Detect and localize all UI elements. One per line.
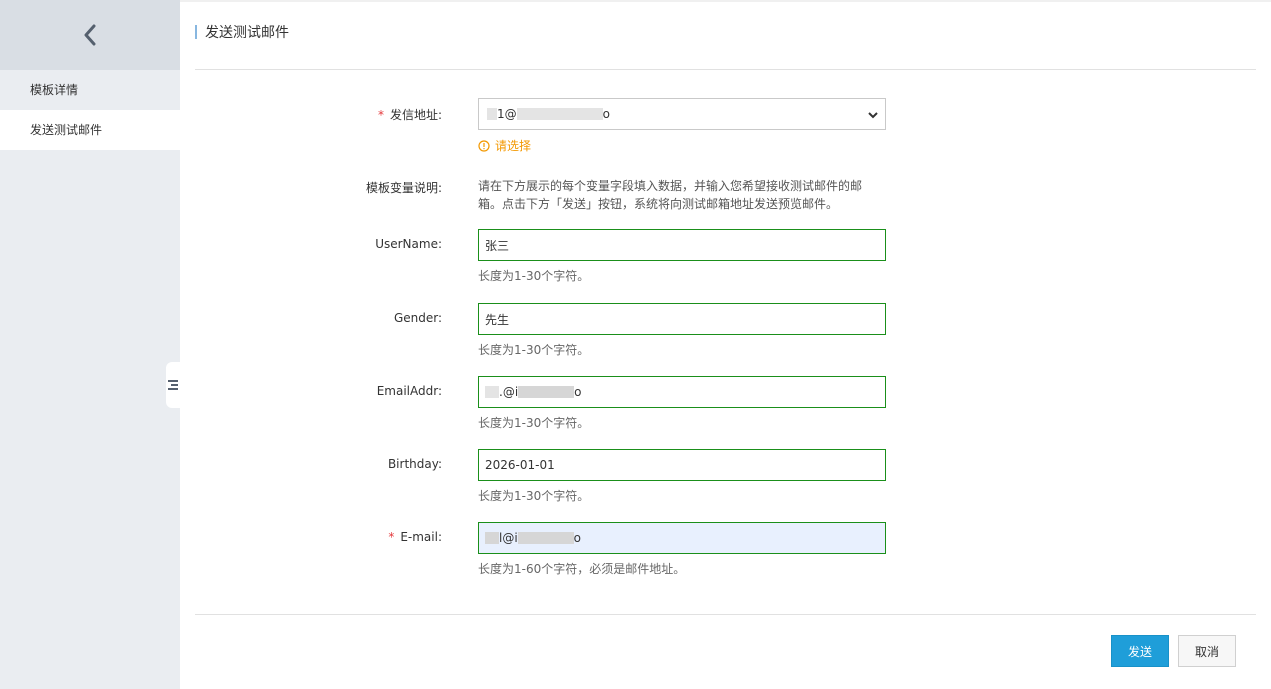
gender-label: Gender: bbox=[393, 311, 442, 325]
sender-label: * 发信地址: bbox=[377, 108, 442, 122]
warning-icon bbox=[478, 139, 490, 152]
divider bbox=[195, 69, 1256, 70]
sidebar-collapse-handle[interactable] bbox=[166, 362, 180, 408]
cancel-button[interactable]: 取消 bbox=[1178, 635, 1236, 667]
template-vars-label: 模板变量说明: bbox=[365, 181, 442, 195]
sidebar-item-label: 模板详情 bbox=[30, 83, 79, 97]
email-label: * E-mail: bbox=[388, 530, 442, 544]
sender-warning: 请选择 bbox=[478, 137, 886, 154]
sidebar: 模板详情 发送测试邮件 bbox=[0, 0, 180, 689]
birthday-label: Birthday: bbox=[387, 457, 442, 471]
app-root: 模板详情 发送测试邮件 发送测试邮件 * 发信地址: 1@ o 请选择 模板变量… bbox=[0, 0, 1271, 689]
emailaddr-label: EmailAddr: bbox=[376, 384, 442, 398]
send-button[interactable]: 发送 bbox=[1111, 635, 1169, 667]
sidebar-item-send-test-email[interactable]: 发送测试邮件 bbox=[0, 110, 180, 150]
top-shadow bbox=[180, 0, 1271, 2]
chevron-left-icon bbox=[84, 24, 96, 46]
gender-hint: 长度为1-30个字符。 bbox=[478, 343, 590, 357]
main-content: 发送测试邮件 * 发信地址: 1@ o 请选择 模板变量说明: 请在下方展示的每… bbox=[180, 0, 1271, 689]
emailaddr-hint: 长度为1-30个字符。 bbox=[478, 416, 590, 430]
page-title: 发送测试邮件 bbox=[205, 25, 289, 41]
back-button[interactable] bbox=[0, 0, 180, 70]
sidebar-item-label: 发送测试邮件 bbox=[30, 123, 103, 137]
menu-collapse-icon bbox=[168, 380, 178, 390]
sidebar-item-template-detail[interactable]: 模板详情 bbox=[0, 70, 180, 110]
username-label: UserName: bbox=[375, 237, 442, 251]
divider bbox=[195, 614, 1256, 615]
username-input[interactable]: 张三 bbox=[478, 229, 886, 261]
template-vars-description: 请在下方展示的每个变量字段填入数据，并输入您希望接收测试邮件的邮箱。点击下方「发… bbox=[478, 179, 863, 211]
sender-select[interactable]: 1@ o bbox=[478, 98, 886, 130]
page-header: 发送测试邮件 bbox=[195, 22, 289, 42]
email-hint: 长度为1-60个字符，必须是邮件地址。 bbox=[478, 562, 686, 576]
gender-input[interactable]: 先生 bbox=[478, 303, 886, 335]
sender-select-value: 1@ o bbox=[487, 107, 610, 121]
emailaddr-input[interactable]: .@i o bbox=[478, 376, 886, 408]
birthday-hint: 长度为1-30个字符。 bbox=[478, 489, 590, 503]
chevron-down-icon bbox=[868, 112, 878, 119]
sender-control: 1@ o 请选择 bbox=[478, 98, 886, 154]
birthday-input[interactable]: 2026-01-01 bbox=[478, 449, 886, 481]
email-input[interactable]: l@i o bbox=[478, 522, 886, 554]
title-accent-bar bbox=[195, 25, 197, 39]
username-hint: 长度为1-30个字符。 bbox=[478, 269, 590, 283]
